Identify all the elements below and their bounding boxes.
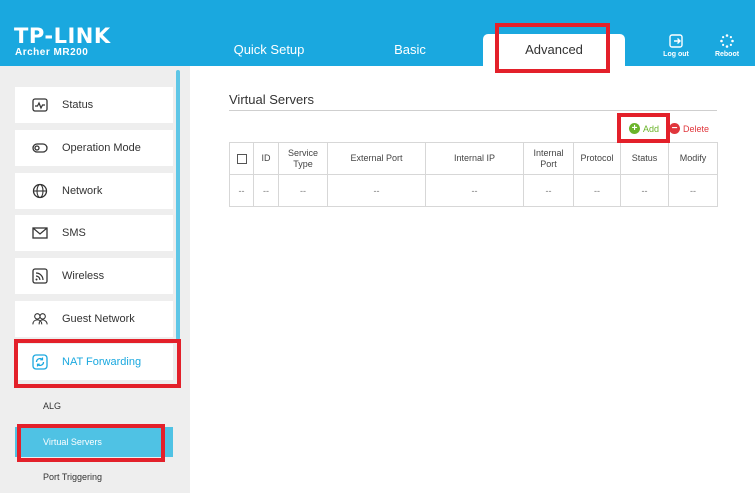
delete-label: Delete — [683, 123, 710, 134]
sidebar-item-label: NAT Forwarding — [62, 356, 142, 368]
sidebar-item-label: SMS — [62, 227, 86, 239]
virtual-servers-table: ID Service Type External Port Internal I… — [229, 142, 718, 207]
status-pulse-icon — [32, 97, 48, 113]
plus-circle-icon: + — [629, 123, 640, 134]
submenu-virtual-servers[interactable]: Virtual Servers — [15, 427, 173, 457]
header-protocol: Protocol — [573, 142, 621, 175]
tab-basic[interactable]: Basic — [346, 34, 474, 66]
table-cell: -- — [327, 174, 426, 207]
title-divider — [229, 110, 717, 111]
page-title: Virtual Servers — [229, 92, 315, 107]
wifi-icon — [32, 268, 48, 284]
table-cell: -- — [573, 174, 621, 207]
sidebar-item-label: Network — [62, 185, 103, 197]
submenu-port-triggering[interactable]: Port Triggering — [15, 462, 173, 492]
sidebar-item-nat-forwarding[interactable]: NAT Forwarding — [15, 344, 173, 380]
logout-icon — [656, 33, 696, 49]
globe-icon — [32, 183, 48, 199]
header-service-type: Service Type — [278, 142, 328, 175]
minus-circle-icon: − — [669, 123, 680, 134]
sidebar-item-label: Guest Network — [62, 313, 135, 325]
header-internal-ip: Internal IP — [425, 142, 524, 175]
brand-logo: TP-LINK — [14, 24, 111, 48]
model-name: Archer MR200 — [15, 47, 89, 58]
sidebar-item-sms[interactable]: SMS — [15, 215, 173, 251]
table-cell: -- — [229, 174, 254, 207]
delete-button[interactable]: − Delete — [669, 123, 709, 134]
add-button[interactable]: + Add — [629, 123, 659, 134]
top-header: TP-LINK Archer MR200 Quick Setup Basic A… — [0, 0, 755, 66]
table-cell: -- — [425, 174, 524, 207]
reboot-label: Reboot — [714, 51, 740, 58]
reboot-icon — [707, 33, 747, 49]
table-cell: -- — [278, 174, 328, 207]
logout-button[interactable]: Log out — [656, 33, 696, 58]
reboot-button[interactable]: Reboot — [707, 33, 747, 58]
add-label: Add — [643, 123, 660, 134]
sidebar-item-label: Status — [62, 99, 94, 111]
tab-quick-setup[interactable]: Quick Setup — [205, 34, 333, 66]
header-internal-port: Internal Port — [523, 142, 574, 175]
table-cell: -- — [253, 174, 279, 207]
sidebar-item-network[interactable]: Network — [15, 173, 173, 209]
header-id: ID — [253, 142, 279, 175]
table-cell: -- — [523, 174, 574, 207]
header-external-port: External Port — [327, 142, 426, 175]
table-cell: -- — [620, 174, 669, 207]
sidebar-item-guest-network[interactable]: Guest Network — [15, 301, 173, 337]
tab-advanced[interactable]: Advanced — [483, 34, 625, 66]
guest-users-icon — [32, 311, 48, 327]
logout-label: Log out — [663, 51, 689, 58]
submenu-alg[interactable]: ALG — [15, 391, 173, 421]
header-select-all[interactable] — [229, 142, 254, 175]
table-header-row: ID Service Type External Port Internal I… — [229, 142, 718, 175]
sidebar-item-operation-mode[interactable]: Operation Mode — [15, 130, 173, 166]
sidebar-item-label: Operation Mode — [62, 142, 141, 154]
select-all-checkbox[interactable] — [236, 153, 247, 164]
sidebar-item-status[interactable]: Status — [15, 87, 173, 123]
table-row: -- -- -- -- -- -- -- -- -- — [229, 174, 718, 207]
nat-refresh-icon — [32, 354, 48, 370]
envelope-icon — [32, 225, 48, 241]
toggle-switch-icon — [32, 140, 48, 156]
table-cell: -- — [668, 174, 718, 207]
header-modify: Modify — [668, 142, 718, 175]
sidebar-item-wireless[interactable]: Wireless — [15, 258, 173, 294]
sidebar-item-label: Wireless — [62, 270, 105, 282]
sidebar-scrollbar[interactable] — [176, 70, 180, 340]
header-status: Status — [620, 142, 669, 175]
